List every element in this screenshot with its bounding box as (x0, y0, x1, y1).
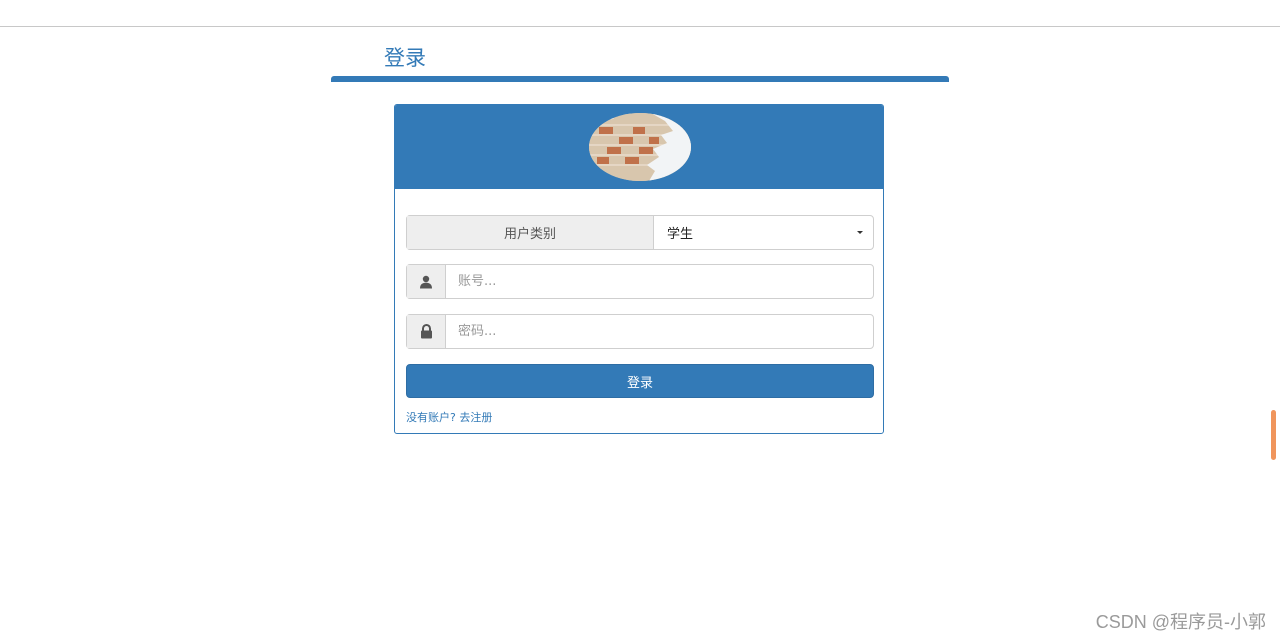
register-prompt: 没有账户? 去注册 (406, 409, 492, 425)
login-panel-header (395, 105, 883, 189)
password-input[interactable] (446, 315, 873, 348)
no-account-text: 没有账户? (406, 411, 456, 424)
account-input[interactable] (446, 265, 873, 298)
user-type-selected-value: 学生 (667, 227, 694, 242)
top-divider (0, 26, 1280, 27)
account-group (406, 264, 874, 299)
user-type-group: 用户类别 学生 (406, 215, 874, 250)
lock-icon (407, 315, 446, 348)
login-panel: 用户类别 学生 登录 没有账户? 去注册 (394, 104, 884, 434)
avatar-image (589, 113, 691, 181)
caret-down-icon (857, 231, 863, 234)
user-icon (407, 265, 446, 298)
login-button[interactable]: 登录 (406, 364, 874, 398)
title-underline-bar (331, 76, 949, 82)
scroll-handle[interactable] (1271, 410, 1276, 460)
user-type-select[interactable]: 学生 (654, 216, 873, 249)
password-group (406, 314, 874, 349)
user-type-label: 用户类别 (407, 216, 654, 249)
register-link[interactable]: 去注册 (459, 411, 492, 424)
watermark: CSDN @程序员-小郭 (1095, 612, 1266, 632)
page-title: 登录 (384, 46, 426, 70)
